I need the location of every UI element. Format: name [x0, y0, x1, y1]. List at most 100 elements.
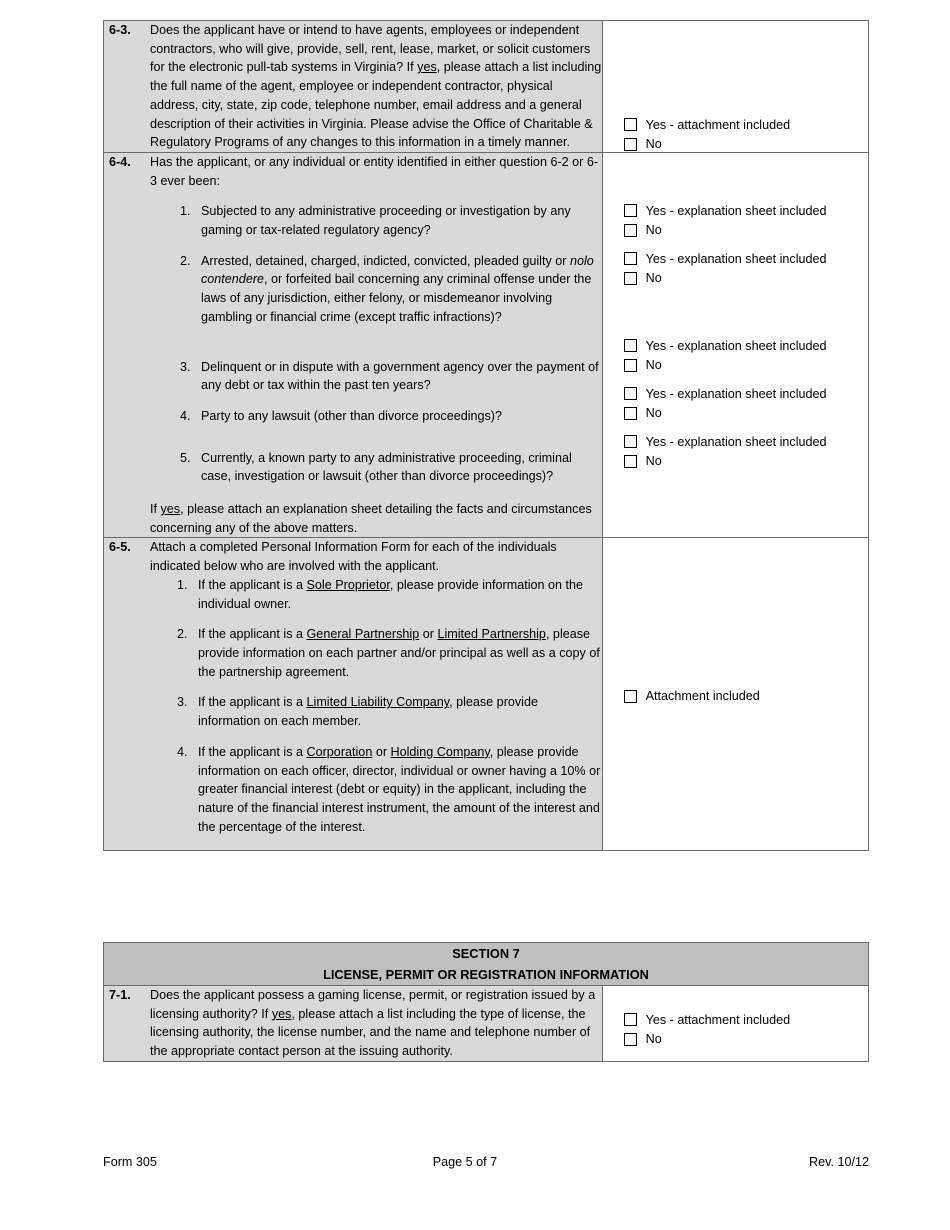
page-footer: Form 305 Page 5 of 7 Rev. 10/12 — [103, 1153, 869, 1171]
list-item-text: Delinquent or in dispute with a governme… — [201, 359, 599, 393]
question-number-7-1: 7-1. — [109, 988, 131, 1002]
answer-cell-6-5: Attachment included — [601, 537, 870, 852]
checkbox-stack-6-5: Attachment included — [623, 686, 760, 706]
checkbox-row-no[interactable]: No — [623, 220, 827, 240]
checkbox-group-6-4-5: Yes - explanation sheet included No — [623, 432, 827, 471]
checkbox-label-yes: Yes - attachment included — [645, 117, 791, 132]
list-item-mid: or — [372, 744, 391, 759]
list-item: 2. If the applicant is a General Partner… — [172, 625, 602, 681]
checkbox-stack-7-1: Yes - attachment included No — [623, 1010, 790, 1050]
list-item: 4. If the applicant is a Corporation or … — [172, 743, 602, 837]
checkbox-row-yes[interactable]: Yes - explanation sheet included — [623, 336, 827, 356]
checkbox-row-yes[interactable]: Yes - explanation sheet included — [623, 201, 827, 221]
question-7-1-underlined-yes: yes — [271, 1006, 292, 1021]
list-item: 5. Currently, a known party to any admin… — [175, 449, 602, 486]
list-item-text: Subjected to any administrative proceedi… — [201, 204, 571, 238]
list-item-lead: If the applicant is a — [198, 577, 307, 592]
section7-header-row: SECTION 7 LICENSE, PERMIT OR REGISTRATIO… — [103, 942, 869, 986]
checkbox-label-no: No — [645, 137, 662, 152]
checkbox-group-6-4-3: Yes - explanation sheet included No — [623, 336, 827, 375]
list-item-marker: 1. — [180, 204, 191, 219]
list-item-text-a: Arrested, detained, charged, indicted, c… — [201, 253, 570, 268]
checkbox-label-yes: Yes - explanation sheet included — [645, 251, 827, 266]
checkbox-stack-6-3: Yes - attachment included No — [623, 115, 791, 155]
list-item-lead: If the applicant is a — [198, 627, 307, 642]
answer-cell-6-4: Yes - explanation sheet included No Yes … — [601, 151, 870, 539]
section7-header-line2: LICENSE, PERMIT OR REGISTRATION INFORMAT… — [323, 967, 649, 982]
list-item-underline-1: Corporation — [306, 744, 373, 759]
list-item-mid: or — [419, 627, 438, 642]
question-text-6-3: Does the applicant have or intend to hav… — [150, 21, 602, 152]
question-6-5-subitems: 1. If the applicant is a Sole Proprietor… — [150, 576, 602, 836]
list-item: 1. Subjected to any administrative proce… — [175, 202, 602, 239]
checkbox-icon-yes[interactable] — [623, 387, 637, 401]
checkbox-row-yes[interactable]: Yes - explanation sheet included — [623, 432, 827, 452]
list-item-text: If the applicant is a Limited Liability … — [198, 693, 602, 730]
question-6-3-underlined-yes: yes — [417, 60, 437, 75]
checkbox-row-yes[interactable]: Yes - explanation sheet included — [623, 249, 827, 269]
answer-cell-7-1: Yes - attachment included No — [601, 985, 870, 1062]
list-item-marker: 4. — [177, 744, 188, 759]
checkbox-row-yes[interactable]: Yes - attachment included — [623, 1010, 790, 1030]
checkbox-icon-no[interactable] — [623, 454, 637, 468]
table-row-6-5: 6-5. Attach a completed Personal Informa… — [103, 537, 870, 852]
list-item-lead: If the applicant is a — [198, 744, 307, 759]
question-6-4-closing-part-2: , please attach an explanation sheet det… — [150, 502, 592, 535]
question-6-4-closing-underlined-yes: yes — [160, 502, 181, 517]
list-item-underline-2: Holding Company — [390, 744, 490, 759]
checkbox-icon-no[interactable] — [623, 358, 637, 372]
checkbox-icon-no[interactable] — [623, 137, 637, 151]
checkbox-icon-attachment[interactable] — [623, 689, 637, 703]
list-item-marker: 2. — [177, 627, 188, 642]
checkbox-label-yes: Yes - explanation sheet included — [645, 434, 827, 449]
checkbox-label-no: No — [645, 358, 662, 373]
list-item-underline-1: Sole Proprietor — [306, 577, 390, 592]
question-text-7-1: Does the applicant possess a gaming lice… — [150, 986, 602, 1061]
checkbox-row-no[interactable]: No — [623, 1030, 790, 1050]
checkbox-label-no: No — [645, 223, 662, 238]
list-item-text: Party to any lawsuit (other than divorce… — [201, 408, 503, 423]
section7-header-line1: SECTION 7 — [452, 946, 520, 961]
checkbox-label-attachment: Attachment included — [645, 689, 760, 704]
checkbox-icon-yes[interactable] — [623, 435, 637, 449]
checkbox-row-yes[interactable]: Yes - explanation sheet included — [623, 384, 827, 404]
section7-header: SECTION 7 LICENSE, PERMIT OR REGISTRATIO… — [103, 942, 869, 986]
list-item-text: If the applicant is a General Partnershi… — [198, 625, 602, 681]
question-6-5-intro: Attach a completed Personal Information … — [150, 540, 557, 574]
checkbox-icon-yes[interactable] — [623, 204, 637, 218]
checkbox-icon-yes[interactable] — [623, 118, 637, 132]
checkbox-row-no[interactable]: No — [623, 403, 827, 423]
checkbox-row-attachment[interactable]: Attachment included — [623, 686, 760, 706]
checkbox-label-no: No — [645, 406, 662, 421]
question-cell-6-4: 6-4. Has the applicant, or any individua… — [103, 151, 603, 539]
list-item: 3. Delinquent or in dispute with a gover… — [175, 358, 602, 395]
checkbox-row-no[interactable]: No — [623, 355, 827, 375]
list-item-underline-1: Limited Liability Company — [306, 695, 450, 710]
checkbox-icon-no[interactable] — [623, 1032, 637, 1046]
checkbox-label-no: No — [645, 1032, 662, 1047]
checkbox-icon-yes[interactable] — [623, 339, 637, 353]
questions-table-section6: 6-3. Does the applicant have or intend t… — [103, 20, 870, 852]
checkbox-icon-yes[interactable] — [623, 1013, 637, 1027]
checkbox-group-6-3-1: Yes - attachment included No — [623, 115, 791, 155]
checkbox-icon-no[interactable] — [623, 223, 637, 237]
checkbox-label-no: No — [645, 454, 662, 469]
form-page: 6-3. Does the applicant have or intend t… — [0, 0, 950, 1230]
list-item-text: Arrested, detained, charged, indicted, c… — [201, 252, 602, 327]
checkbox-icon-no[interactable] — [623, 406, 637, 420]
question-6-4-intro: Has the applicant, or any individual or … — [150, 154, 599, 188]
list-item-lead: If the applicant is a — [198, 695, 307, 710]
list-item-marker: 2. — [180, 253, 191, 268]
list-item-marker: 1. — [177, 577, 188, 592]
list-item: 3. If the applicant is a Limited Liabili… — [172, 693, 602, 730]
checkbox-label-yes: Yes - explanation sheet included — [645, 338, 827, 353]
question-cell-7-1: 7-1. Does the applicant possess a gaming… — [103, 985, 603, 1062]
checkbox-icon-yes[interactable] — [623, 252, 637, 266]
question-6-4-closing-part-1: If — [150, 502, 161, 517]
checkbox-row-no[interactable]: No — [623, 451, 827, 471]
checkbox-row-no[interactable]: No — [623, 268, 827, 288]
checkbox-row-yes[interactable]: Yes - attachment included — [623, 115, 791, 135]
footer-page-number: Page 5 of 7 — [432, 1155, 498, 1169]
checkbox-icon-no[interactable] — [623, 271, 637, 285]
checkbox-row-no[interactable]: No — [623, 135, 790, 155]
